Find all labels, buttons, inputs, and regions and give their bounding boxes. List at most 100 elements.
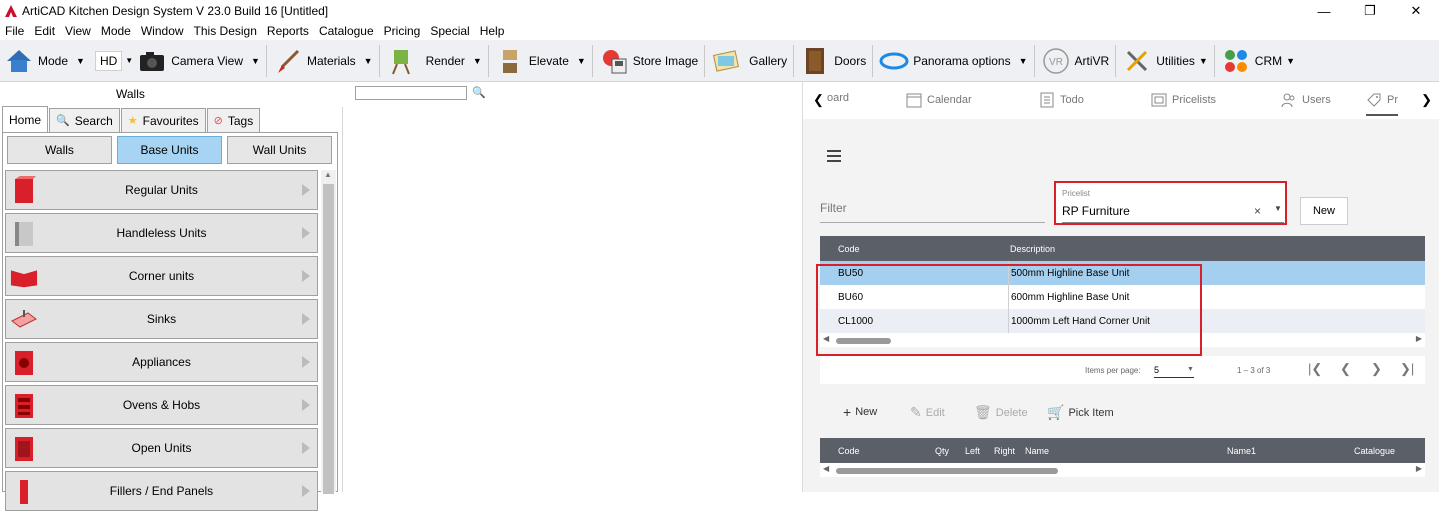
menu-window[interactable]: Window xyxy=(136,24,189,38)
menu-edit[interactable]: Edit xyxy=(29,24,60,38)
column-header-description[interactable]: Description xyxy=(1008,244,1425,254)
scroll-right-icon[interactable]: ▶ xyxy=(1416,464,1422,473)
previous-page-icon[interactable]: ❮ xyxy=(1340,361,1351,377)
unit-open-units[interactable]: Open Units xyxy=(5,428,318,468)
dropdown-arrow-icon: ▼ xyxy=(472,55,482,66)
hamburger-menu-icon[interactable] xyxy=(827,150,841,165)
utilities-button[interactable]: Utilities ▼ xyxy=(1118,42,1212,80)
unit-ovens-hobs[interactable]: Ovens & Hobs xyxy=(5,385,318,425)
tab-todo[interactable]: Todo xyxy=(1039,92,1084,108)
menu-bar: File Edit View Mode Window This Design R… xyxy=(0,22,509,40)
catalogue-search-input[interactable] xyxy=(355,86,467,100)
scroll-right-icon[interactable]: ▶ xyxy=(1416,334,1422,343)
category-base-units-button[interactable]: Base Units xyxy=(117,136,222,164)
crm-button[interactable]: CRM ▼ xyxy=(1217,42,1299,80)
artivr-button[interactable]: VR ArtiVR xyxy=(1037,42,1114,80)
catalogue-tabs: Home 🔍 Search ★ Favourites ⊘ Tags xyxy=(2,106,261,132)
clear-icon[interactable]: × xyxy=(1254,204,1261,218)
chevron-right-icon xyxy=(302,313,310,325)
render-button[interactable]: Render ▼ xyxy=(382,42,486,80)
close-button[interactable]: ✕ xyxy=(1393,0,1439,22)
tab-calendar[interactable]: Calendar xyxy=(906,92,972,108)
column-header-right[interactable]: Right xyxy=(994,446,1015,456)
column-header-code[interactable]: Code xyxy=(838,446,860,456)
menu-catalogue[interactable]: Catalogue xyxy=(314,24,379,38)
elevate-button[interactable]: Elevate ▼ xyxy=(491,42,590,80)
unit-regular-units[interactable]: Regular Units xyxy=(5,170,318,210)
new-pricelist-button[interactable]: New xyxy=(1300,197,1348,225)
menu-this-design[interactable]: This Design xyxy=(189,24,262,38)
calendar-icon xyxy=(906,93,922,108)
chevron-left-icon[interactable]: ❮ xyxy=(813,92,824,108)
delete-item-button[interactable]: 🗑 Delete xyxy=(974,404,1028,421)
materials-button[interactable]: Materials ▼ xyxy=(269,42,377,80)
unit-corner-units[interactable]: Corner units xyxy=(5,256,318,296)
menu-file[interactable]: File xyxy=(0,24,29,38)
unit-appliances[interactable]: Appliances xyxy=(5,342,318,382)
unit-sinks[interactable]: Sinks xyxy=(5,299,318,339)
column-header-name1[interactable]: Name1 xyxy=(1227,446,1256,456)
easel-icon xyxy=(386,46,416,76)
minimize-button[interactable]: — xyxy=(1301,0,1347,22)
house-icon xyxy=(4,46,34,76)
svg-text:VR: VR xyxy=(1049,57,1063,68)
chevron-right-icon[interactable]: ❯ xyxy=(1421,92,1432,108)
filter-input[interactable]: Filter xyxy=(820,201,1045,223)
next-page-icon[interactable]: ❯ xyxy=(1371,361,1382,377)
panel-title: Walls xyxy=(116,87,145,101)
pricelist-select[interactable]: Pricelist RP Furniture × ▼ xyxy=(1054,181,1287,225)
menu-view[interactable]: View xyxy=(60,24,96,38)
category-wall-units-button[interactable]: Wall Units xyxy=(227,136,332,164)
column-header-left[interactable]: Left xyxy=(965,446,980,456)
unit-list-scrollbar[interactable]: ▲ xyxy=(321,170,336,494)
tab-home[interactable]: Home xyxy=(2,106,49,132)
column-header-catalogue[interactable]: Catalogue xyxy=(1354,446,1395,456)
menu-help[interactable]: Help xyxy=(475,24,510,38)
menu-pricing[interactable]: Pricing xyxy=(379,24,426,38)
first-page-icon[interactable]: |❮ xyxy=(1308,361,1322,377)
tab-pricelists[interactable]: Pricelists xyxy=(1151,92,1216,108)
menu-special[interactable]: Special xyxy=(425,24,474,38)
tab-favourites[interactable]: ★ Favourites xyxy=(120,108,206,132)
store-image-button[interactable]: Store Image xyxy=(595,42,702,80)
scrollbar-thumb[interactable] xyxy=(836,468,1058,474)
tab-products[interactable]: Pr xyxy=(1366,92,1398,116)
unit-handleless-units[interactable]: Handleless Units xyxy=(5,213,318,253)
doors-button[interactable]: Doors xyxy=(796,42,870,80)
tab-search[interactable]: 🔍 Search xyxy=(49,108,120,132)
toolbar-separator xyxy=(793,44,795,77)
scrollbar-thumb[interactable] xyxy=(323,184,334,494)
menu-reports[interactable]: Reports xyxy=(262,24,314,38)
panorama-options-button[interactable]: Panorama options ▼ xyxy=(875,42,1031,80)
column-header-code[interactable]: Code xyxy=(820,244,1008,254)
tab-users[interactable]: Users xyxy=(1281,92,1331,108)
unit-fillers-end-panels[interactable]: Fillers / End Panels xyxy=(5,471,318,511)
category-walls-button[interactable]: Walls xyxy=(7,136,112,164)
camera-view-button[interactable]: Camera View ▼ xyxy=(133,42,264,80)
gallery-button[interactable]: Gallery xyxy=(707,42,791,80)
dropdown-arrow-icon: ▼ xyxy=(1018,55,1028,66)
plus-icon: + xyxy=(843,404,852,420)
tab-dashboard[interactable]: oard xyxy=(827,92,849,104)
hd-select[interactable]: HD xyxy=(94,50,123,71)
dropdown-arrow-icon[interactable]: ▼ xyxy=(1187,366,1194,373)
scroll-left-icon[interactable]: ◀ xyxy=(823,464,829,473)
last-page-icon[interactable]: ❯| xyxy=(1400,361,1414,377)
tab-tags[interactable]: ⊘ Tags xyxy=(206,108,261,132)
edit-item-button[interactable]: ✎ Edit xyxy=(910,404,945,421)
dropdown-arrow-icon[interactable]: ▼ xyxy=(1274,204,1282,213)
mode-button[interactable]: Mode ▼ xyxy=(0,42,89,80)
search-icon[interactable]: 🔍 xyxy=(472,86,486,99)
pick-item-button[interactable]: 🛒 Pick Item xyxy=(1047,404,1114,421)
toolbar-separator xyxy=(1033,44,1035,77)
maximize-button[interactable]: ❐ xyxy=(1347,0,1393,22)
category-buttons: Walls Base Units Wall Units xyxy=(7,136,337,164)
grid-horizontal-scrollbar[interactable]: ◀ ▶ xyxy=(820,463,1425,477)
column-header-qty[interactable]: Qty xyxy=(935,446,949,456)
menu-mode[interactable]: Mode xyxy=(96,24,136,38)
scroll-up-icon[interactable]: ▲ xyxy=(324,170,332,179)
cart-icon: 🛒 xyxy=(1047,404,1065,420)
column-header-name[interactable]: Name xyxy=(1025,446,1049,456)
star-icon: ★ xyxy=(127,115,138,127)
new-item-button[interactable]: + New xyxy=(843,404,877,420)
